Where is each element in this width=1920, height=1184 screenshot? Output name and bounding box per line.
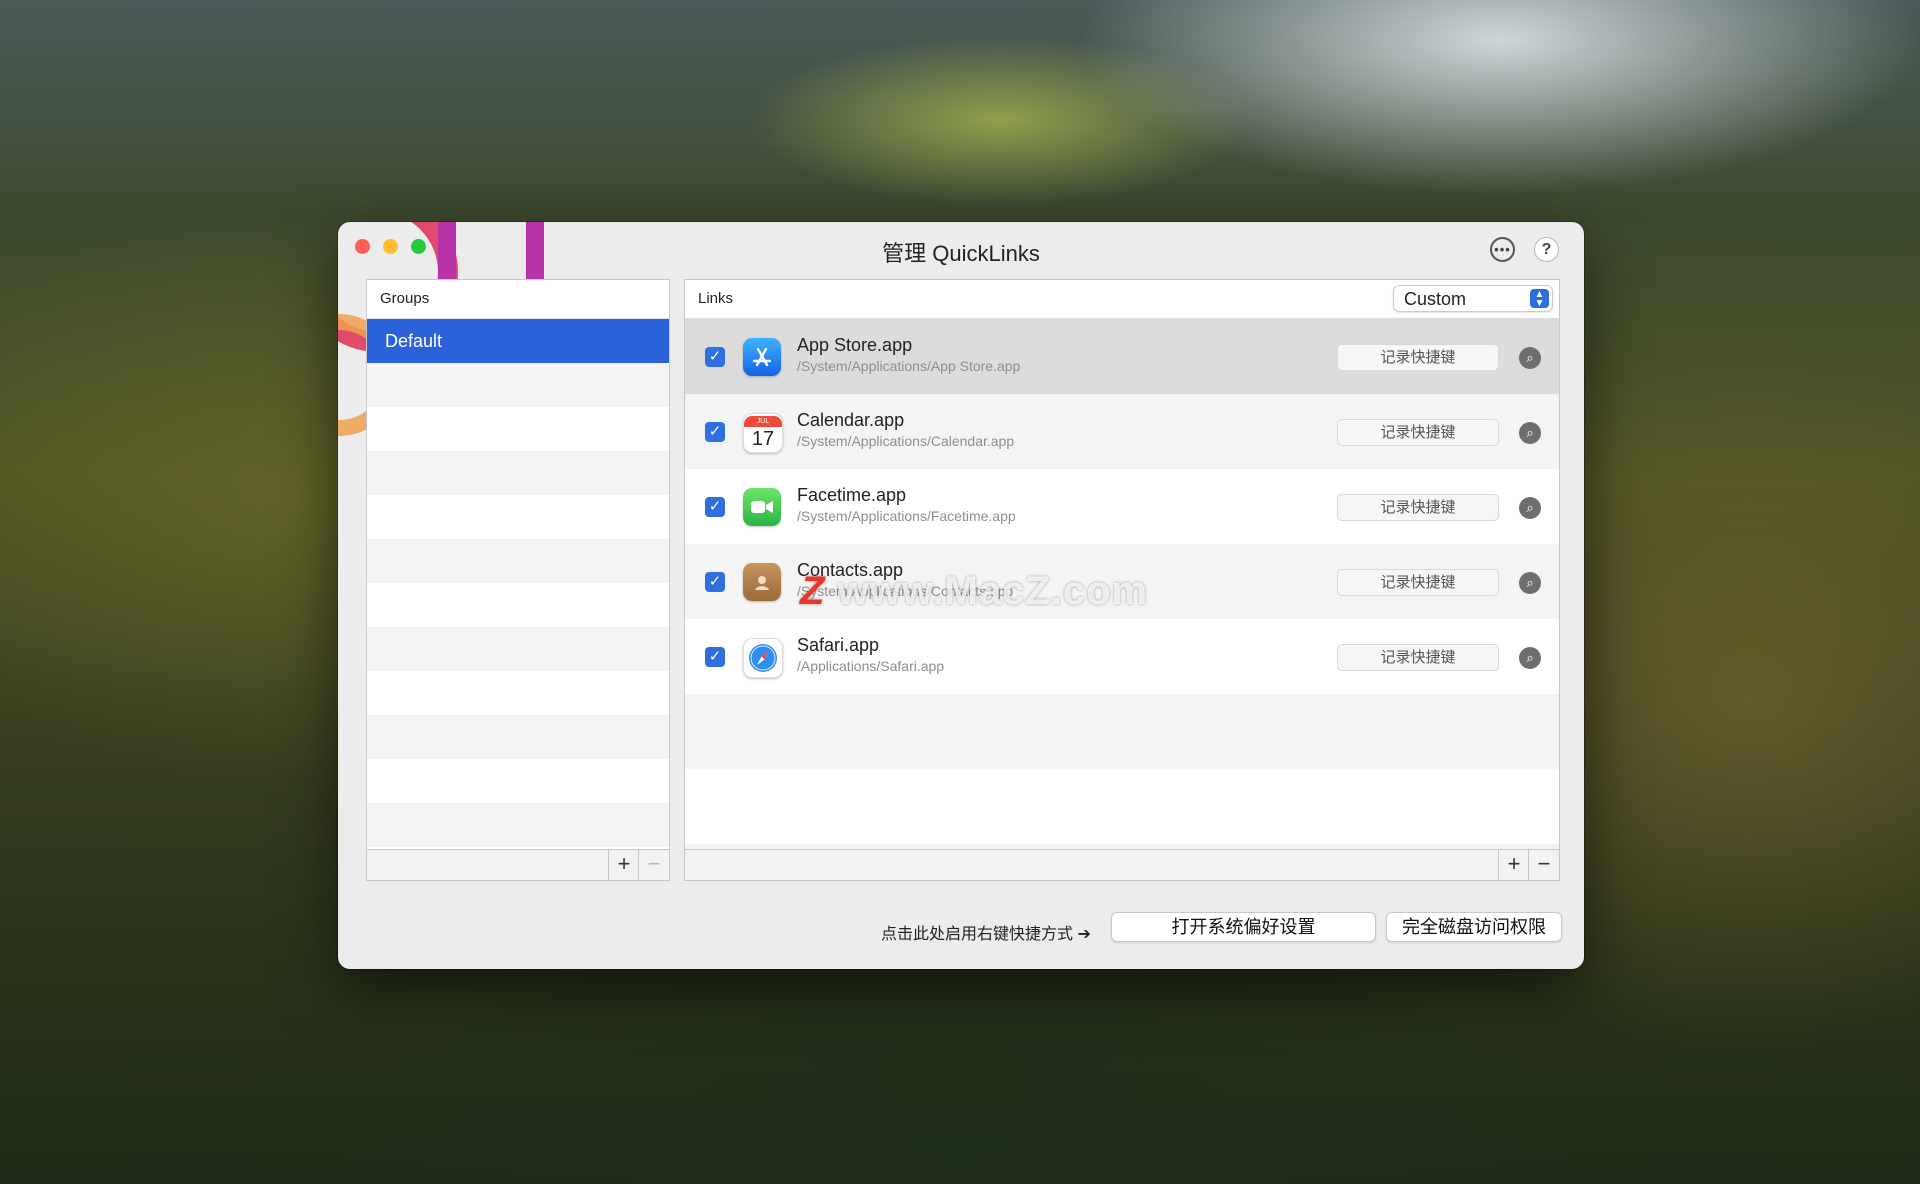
magnifier-icon: ⌕ bbox=[1526, 575, 1534, 590]
reveal-search-button[interactable]: ⌕ bbox=[1519, 572, 1541, 594]
remove-group-button[interactable]: − bbox=[638, 850, 669, 880]
reveal-search-button[interactable]: ⌕ bbox=[1519, 497, 1541, 519]
app-path: /System/Applications/Calendar.app bbox=[797, 433, 1015, 449]
open-system-preferences-button[interactable]: 打开系统偏好设置 bbox=[1111, 912, 1376, 942]
enable-checkbox[interactable]: ✓ bbox=[705, 422, 725, 442]
watermark-text: www.MacZ.com bbox=[825, 569, 1149, 613]
record-shortcut-button[interactable]: 记录快捷键 bbox=[1337, 344, 1499, 371]
add-link-button[interactable]: + bbox=[1498, 850, 1529, 880]
links-header: Links Custom ▲ ▼ bbox=[685, 280, 1559, 319]
magnifier-icon: ⌕ bbox=[1526, 350, 1534, 365]
chevron-up-down-icon: ▲ ▼ bbox=[1530, 289, 1549, 309]
safari-icon bbox=[743, 638, 783, 678]
add-group-button[interactable]: + bbox=[608, 850, 639, 880]
link-row-app-store[interactable]: ✓ App Store.app /System/Applications/App… bbox=[685, 319, 1559, 394]
groups-header: Groups bbox=[367, 280, 669, 319]
record-shortcut-button[interactable]: 记录快捷键 bbox=[1337, 644, 1499, 671]
ellipsis-icon: ••• bbox=[1494, 242, 1511, 257]
app-store-icon bbox=[743, 338, 781, 376]
empty-row bbox=[367, 407, 669, 451]
link-row-facetime[interactable]: ✓ Facetime.app /System/Applications/Face… bbox=[685, 469, 1559, 544]
enable-checkbox[interactable]: ✓ bbox=[705, 647, 725, 667]
empty-row bbox=[367, 671, 669, 715]
calendar-icon: JUL 17 bbox=[743, 413, 783, 453]
app-name: App Store.app bbox=[797, 335, 913, 355]
link-row-calendar[interactable]: ✓ JUL 17 Calendar.app /System/Applicatio… bbox=[685, 394, 1559, 469]
empty-row bbox=[367, 627, 669, 671]
enable-checkbox[interactable]: ✓ bbox=[705, 497, 725, 517]
empty-row bbox=[685, 694, 1559, 769]
contacts-icon bbox=[743, 563, 781, 601]
groups-list: Default bbox=[367, 319, 669, 849]
empty-row bbox=[367, 451, 669, 495]
empty-row bbox=[367, 539, 669, 583]
watermark-logo: Z bbox=[800, 569, 826, 613]
context-menu-hint-link[interactable]: 点击此处启用右键快捷方式 ➔ bbox=[881, 920, 1091, 944]
app-name: Safari.app bbox=[797, 635, 880, 655]
magnifier-icon: ⌕ bbox=[1526, 425, 1534, 440]
calendar-icon-month: JUL bbox=[744, 415, 782, 427]
empty-row bbox=[367, 715, 669, 759]
app-path: /Applications/Safari.app bbox=[797, 658, 945, 674]
window-title: 管理 QuickLinks bbox=[882, 241, 1040, 266]
empty-row bbox=[367, 759, 669, 803]
links-header-label: Links bbox=[698, 290, 734, 307]
reveal-search-button[interactable]: ⌕ bbox=[1519, 647, 1541, 669]
app-name: Calendar.app bbox=[797, 410, 905, 430]
links-footer: + − bbox=[685, 849, 1559, 880]
magnifier-icon: ⌕ bbox=[1526, 650, 1534, 665]
full-disk-access-button[interactable]: 完全磁盘访问权限 bbox=[1386, 912, 1562, 942]
app-path: /System/Applications/App Store.app bbox=[797, 358, 1021, 374]
empty-row bbox=[367, 363, 669, 407]
watermark: Z www.MacZ.com bbox=[800, 569, 1148, 614]
groups-panel: Groups Default + − bbox=[366, 279, 670, 881]
reveal-search-button[interactable]: ⌕ bbox=[1519, 347, 1541, 369]
remove-link-button[interactable]: − bbox=[1528, 850, 1559, 880]
reveal-search-button[interactable]: ⌕ bbox=[1519, 422, 1541, 444]
enable-checkbox[interactable]: ✓ bbox=[705, 347, 725, 367]
groups-footer: + − bbox=[367, 849, 669, 880]
links-filter-select[interactable]: Custom ▲ ▼ bbox=[1393, 285, 1553, 312]
more-options-button[interactable]: ••• bbox=[1490, 237, 1515, 262]
app-name: Facetime.app bbox=[797, 485, 907, 505]
record-shortcut-button[interactable]: 记录快捷键 bbox=[1337, 419, 1499, 446]
quicklinks-window: 管理 QuickLinks ••• ? Groups Default + − L bbox=[338, 222, 1584, 969]
links-filter-value: Custom bbox=[1404, 289, 1467, 309]
empty-row bbox=[367, 583, 669, 627]
help-button[interactable]: ? bbox=[1534, 237, 1559, 262]
empty-row bbox=[367, 803, 669, 847]
record-shortcut-button[interactable]: 记录快捷键 bbox=[1337, 569, 1499, 596]
app-path: /System/Applications/Facetime.app bbox=[797, 508, 1016, 524]
empty-row bbox=[367, 495, 669, 539]
facetime-icon bbox=[743, 488, 781, 526]
link-row-safari[interactable]: ✓ Safari.app /Applications/Safari.app 记录… bbox=[685, 619, 1559, 694]
magnifier-icon: ⌕ bbox=[1526, 500, 1534, 515]
enable-checkbox[interactable]: ✓ bbox=[705, 572, 725, 592]
group-item-default[interactable]: Default bbox=[367, 319, 669, 363]
empty-row bbox=[685, 769, 1559, 844]
record-shortcut-button[interactable]: 记录快捷键 bbox=[1337, 494, 1499, 521]
calendar-icon-day: 17 bbox=[751, 427, 775, 450]
